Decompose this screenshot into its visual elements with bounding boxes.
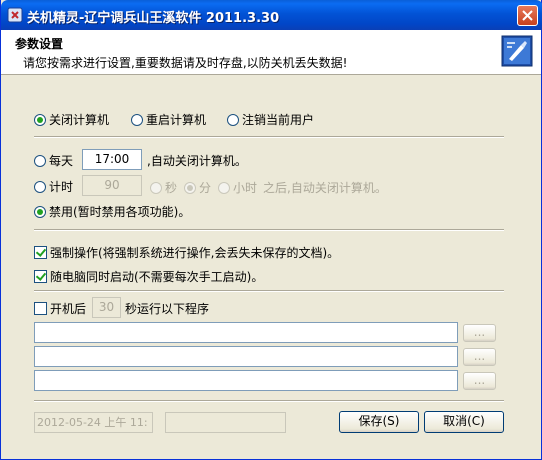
title-bar[interactable]: 关机精灵-辽宁调兵山王溪软件 2011.3.30 xyxy=(1,0,542,30)
header-subtitle: 请您按需求进行设置,重要数据请及时存盘,以防关机丢失数据! xyxy=(23,56,348,70)
unit-minutes[interactable]: 分 xyxy=(184,179,211,196)
timer-value: 90 xyxy=(104,178,120,192)
daily-label: 每天 xyxy=(49,154,74,168)
option-disabled[interactable]: 禁用(暂时禁用各项功能)。 xyxy=(34,203,190,220)
save-button[interactable]: 保存(S) xyxy=(339,411,419,433)
divider xyxy=(34,229,504,231)
unit-minutes-radio[interactable] xyxy=(184,181,196,194)
program-path-input-2[interactable] xyxy=(34,346,458,367)
restart-radio[interactable] xyxy=(131,113,143,126)
option-shutdown[interactable]: 关闭计算机 xyxy=(34,111,109,128)
disabled-radio[interactable] xyxy=(34,205,46,218)
unit-seconds[interactable]: 秒 xyxy=(150,179,177,196)
daily-suffix: ,自动关闭计算机。 xyxy=(147,154,247,168)
delay-seconds-value: 30 xyxy=(98,300,115,314)
option-restart[interactable]: 重启计算机 xyxy=(131,111,206,128)
run-programs-checkbox[interactable] xyxy=(34,302,47,315)
force-checkbox[interactable] xyxy=(34,246,47,259)
status-field xyxy=(165,412,286,433)
option-logoff[interactable]: 注销当前用户 xyxy=(227,111,314,128)
settings-app-icon xyxy=(501,35,533,67)
timer-value-input[interactable]: 90 xyxy=(82,175,142,196)
force-label: 强制操作(将强制系统进行操作,会丢失未保存的文档)。 xyxy=(50,246,340,260)
unit-seconds-label: 秒 xyxy=(165,181,178,195)
datetime-value: 2012-05-24 上午 11: xyxy=(37,416,148,429)
divider xyxy=(34,136,504,138)
browse-button-3[interactable]: ... xyxy=(463,372,496,390)
unit-hours-label: 小时 xyxy=(233,181,258,195)
close-icon xyxy=(522,10,533,21)
logoff-label: 注销当前用户 xyxy=(242,113,315,127)
cancel-button[interactable]: 取消(C) xyxy=(424,411,504,433)
timer-radio[interactable] xyxy=(34,180,46,193)
shutdown-label: 关闭计算机 xyxy=(49,113,110,127)
power-icon xyxy=(7,7,23,23)
main-window: 关机精灵-辽宁调兵山王溪软件 2011.3.30 参数设置 请您按需求进行设置,… xyxy=(0,0,542,460)
option-run-programs[interactable]: 开机后 xyxy=(34,300,86,317)
daily-time-input[interactable]: 17:00 xyxy=(82,149,142,170)
startup-label: 随电脑同时启动(不需要每次手工启动)。 xyxy=(50,270,264,284)
daily-radio[interactable] xyxy=(34,154,46,167)
option-daily[interactable]: 每天 xyxy=(34,152,73,169)
divider xyxy=(34,400,504,402)
shutdown-radio[interactable] xyxy=(34,113,46,126)
unit-hours-radio[interactable] xyxy=(218,181,230,194)
window-title: 关机精灵-辽宁调兵山王溪软件 2011.3.30 xyxy=(27,11,280,26)
header-title: 参数设置 xyxy=(15,37,64,51)
browse-button-1[interactable]: ... xyxy=(463,324,496,342)
program-path-input-3[interactable] xyxy=(34,370,458,391)
option-timer[interactable]: 计时 xyxy=(34,178,73,195)
divider xyxy=(34,290,504,292)
browse-button-2[interactable]: ... xyxy=(463,348,496,366)
startup-checkbox[interactable] xyxy=(34,270,47,283)
daily-time-value: 17:00 xyxy=(94,152,130,166)
close-button[interactable] xyxy=(517,5,538,26)
disabled-label: 禁用(暂时禁用各项功能)。 xyxy=(49,205,191,219)
option-startup[interactable]: 随电脑同时启动(不需要每次手工启动)。 xyxy=(34,268,263,285)
run-programs-prefix: 开机后 xyxy=(50,302,87,316)
unit-hours[interactable]: 小时 xyxy=(218,179,257,196)
header-panel: 参数设置 请您按需求进行设置,重要数据请及时存盘,以防关机丢失数据! xyxy=(1,30,541,75)
unit-seconds-radio[interactable] xyxy=(150,181,162,194)
restart-label: 重启计算机 xyxy=(146,113,207,127)
logoff-radio[interactable] xyxy=(227,113,239,126)
delay-seconds-input[interactable]: 30 xyxy=(92,297,121,318)
option-force[interactable]: 强制操作(将强制系统进行操作,会丢失未保存的文档)。 xyxy=(34,244,339,261)
timer-label: 计时 xyxy=(49,180,74,194)
program-path-input-1[interactable] xyxy=(34,322,458,343)
timer-suffix: 之后,自动关闭计算机。 xyxy=(263,181,387,195)
datetime-field: 2012-05-24 上午 11: xyxy=(34,412,153,433)
run-programs-suffix: 秒运行以下程序 xyxy=(125,302,210,316)
unit-minutes-label: 分 xyxy=(199,181,212,195)
